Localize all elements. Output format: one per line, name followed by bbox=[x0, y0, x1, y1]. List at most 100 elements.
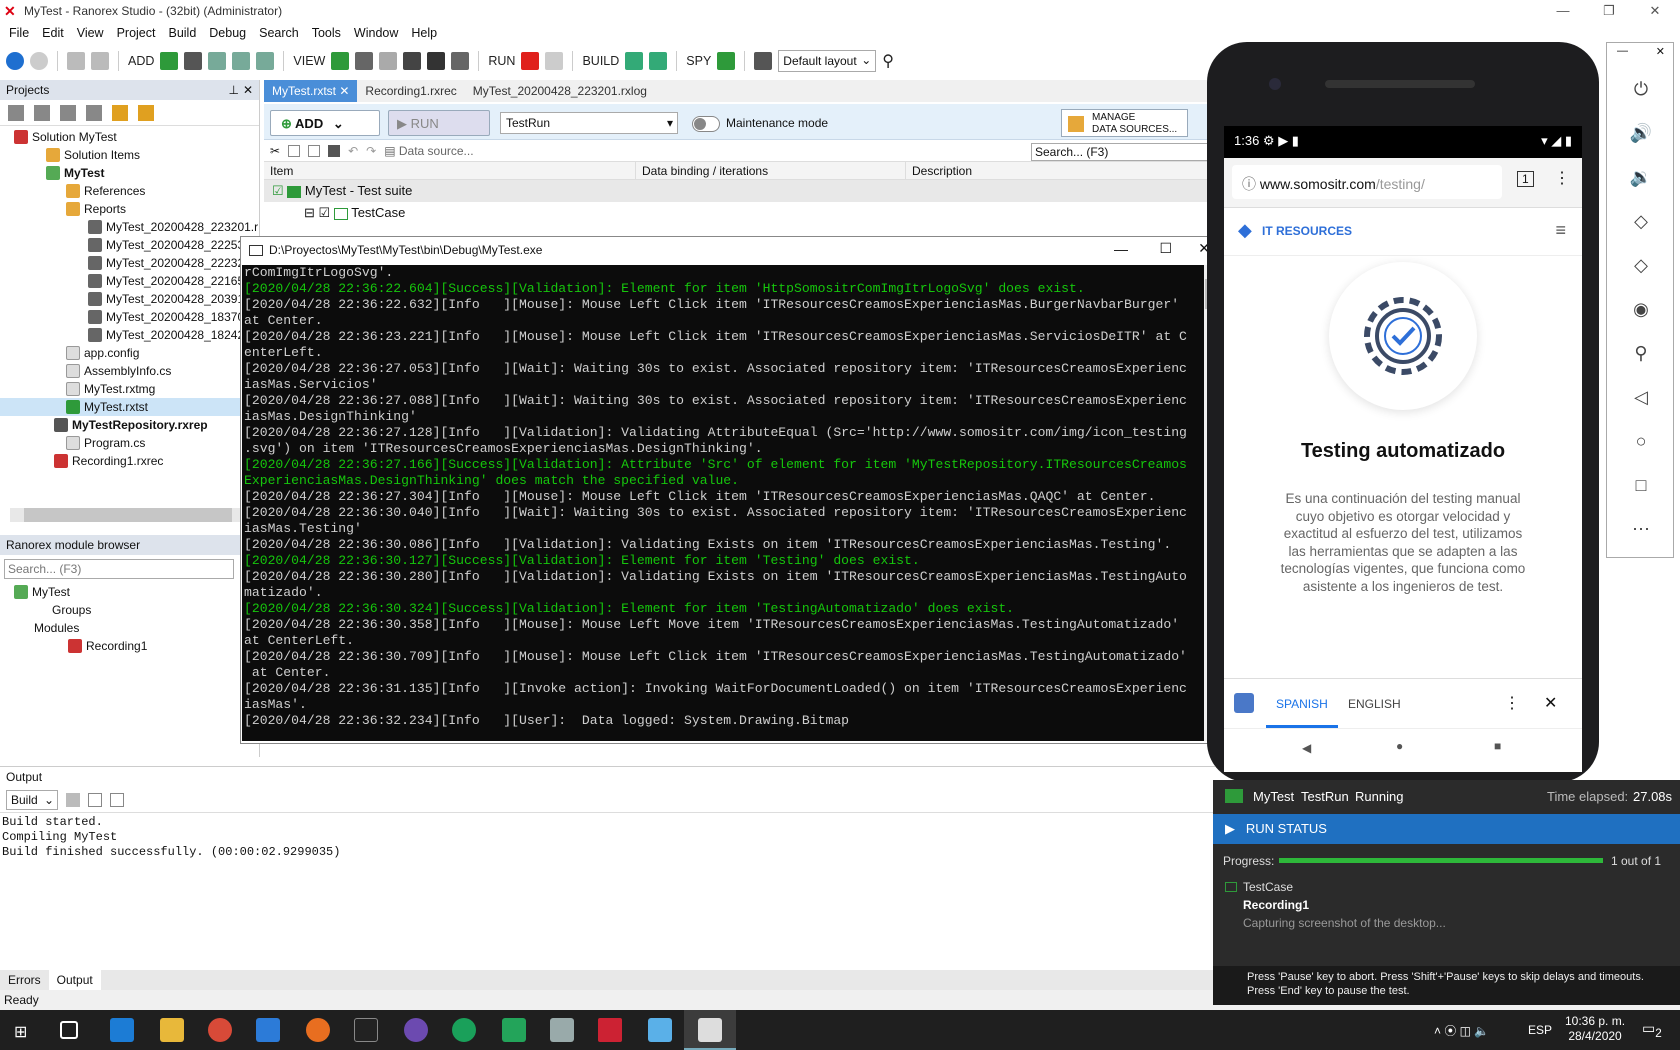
tree-item[interactable]: Reports bbox=[0, 200, 259, 218]
browser-icon[interactable] bbox=[404, 1018, 428, 1042]
tree-item[interactable]: MyTest_20200428_20391 bbox=[0, 290, 259, 308]
chrome-icon[interactable] bbox=[208, 1018, 232, 1042]
output-source-select[interactable]: Build ⌄ bbox=[6, 789, 58, 810]
back-icon[interactable]: ◁ bbox=[1629, 385, 1653, 409]
tree-item[interactable]: Recording1 bbox=[0, 637, 259, 655]
copy-icon[interactable] bbox=[288, 144, 301, 157]
overview-icon[interactable]: □ bbox=[1629, 473, 1653, 497]
layout-select[interactable]: Default layout ⌄ bbox=[778, 50, 877, 72]
add-module-icon[interactable] bbox=[208, 52, 227, 70]
back-icon[interactable]: ◀ bbox=[1302, 741, 1311, 755]
view-db-icon[interactable] bbox=[451, 52, 470, 70]
tray-icons[interactable]: ˄ ⦿ ◫ 🔈 bbox=[1434, 1022, 1489, 1039]
home-icon[interactable]: ○ bbox=[1629, 429, 1653, 453]
menu-view[interactable]: View bbox=[77, 26, 104, 40]
tree-item[interactable]: MyTest_20200428_22165 bbox=[0, 272, 259, 290]
file-explorer-icon[interactable] bbox=[160, 1018, 184, 1042]
tree-item[interactable]: AssemblyInfo.cs bbox=[0, 362, 259, 380]
tab-output[interactable]: Output bbox=[48, 970, 101, 990]
tree-item[interactable]: MyTest_20200428_223201.r bbox=[0, 218, 259, 236]
menu-dots-icon[interactable]: ⋮ bbox=[1504, 693, 1520, 713]
tree-item[interactable]: Modules bbox=[0, 619, 259, 637]
translate-spanish[interactable]: SPANISH bbox=[1276, 697, 1328, 711]
redo-icon[interactable]: ↷ bbox=[366, 144, 376, 158]
mail-icon[interactable] bbox=[256, 1018, 280, 1042]
menu-file[interactable]: File bbox=[9, 26, 29, 40]
search-icon[interactable]: ⚲ bbox=[882, 51, 894, 71]
testcase-row[interactable]: ⊟ ☑ TestCase bbox=[264, 202, 1214, 224]
back-icon[interactable] bbox=[6, 52, 24, 70]
menu-search[interactable]: Search bbox=[259, 26, 299, 40]
power-icon[interactable]: ⏻ bbox=[1629, 77, 1653, 101]
horizontal-scrollbar[interactable] bbox=[10, 508, 260, 522]
run-status-bar[interactable]: ▶ RUN STATUS bbox=[1213, 814, 1680, 844]
console-taskbar-button[interactable] bbox=[684, 1010, 736, 1050]
column-item[interactable]: Item bbox=[264, 162, 636, 179]
language-indicator[interactable]: ESP bbox=[1528, 1023, 1552, 1037]
add-folder-icon[interactable] bbox=[160, 52, 179, 70]
more-icon[interactable]: ⋯ bbox=[1629, 517, 1653, 541]
close-icon[interactable]: ✕ bbox=[1544, 693, 1557, 713]
spy-icon[interactable] bbox=[717, 52, 736, 70]
maximize-button[interactable]: ☐ bbox=[1159, 240, 1172, 257]
save-all-icon[interactable] bbox=[91, 52, 109, 70]
close-icon[interactable]: ✕ bbox=[1656, 45, 1665, 58]
minimize-button[interactable]: — bbox=[1114, 241, 1128, 257]
rotate-right-icon[interactable]: ◇ bbox=[1629, 253, 1653, 277]
open-folder-icon[interactable] bbox=[138, 104, 154, 121]
task-view-icon[interactable] bbox=[60, 1021, 78, 1039]
clear-icon[interactable] bbox=[66, 792, 80, 807]
view-shield-icon[interactable] bbox=[427, 52, 446, 70]
view-link-icon[interactable] bbox=[403, 52, 422, 70]
testrun-select[interactable]: TestRun ▾ bbox=[500, 112, 678, 134]
run-button[interactable]: ▶ RUN bbox=[388, 110, 490, 136]
view-code-icon[interactable] bbox=[379, 52, 398, 70]
windows-start-icon[interactable]: ⊞ bbox=[14, 1022, 27, 1042]
deploy-icon[interactable] bbox=[649, 52, 668, 70]
build-icon[interactable] bbox=[625, 52, 644, 70]
refresh-icon[interactable] bbox=[60, 104, 76, 121]
menu-project[interactable]: Project bbox=[117, 26, 156, 40]
screenshot-icon[interactable]: ◉ bbox=[1629, 297, 1653, 321]
url-bar[interactable]: ⓘ www.somositr.com/testing/ bbox=[1232, 165, 1502, 199]
zoom-icon[interactable]: ⚲ bbox=[1629, 341, 1653, 365]
menu-build[interactable]: Build bbox=[168, 26, 196, 40]
filter-icon[interactable] bbox=[86, 104, 102, 121]
close-icon[interactable]: ✕ bbox=[243, 83, 253, 97]
restore-button[interactable]: ❐ bbox=[1586, 0, 1632, 22]
sheets-icon[interactable] bbox=[502, 1018, 526, 1042]
check-icon[interactable] bbox=[88, 792, 102, 807]
add-smartfolder-icon[interactable] bbox=[256, 52, 275, 70]
maintenance-toggle[interactable] bbox=[692, 116, 720, 132]
tree-item[interactable]: MyTest bbox=[0, 583, 259, 601]
menu-tools[interactable]: Tools bbox=[312, 26, 341, 40]
layout-icon[interactable] bbox=[754, 52, 773, 70]
tab-recording1[interactable]: Recording1.rxrec bbox=[357, 80, 464, 102]
tree-item[interactable]: References bbox=[0, 182, 259, 200]
tree-item[interactable]: MyTest_20200428_22253 bbox=[0, 236, 259, 254]
manage-data-sources-button[interactable]: MANAGE DATA SOURCES... bbox=[1061, 109, 1188, 137]
stop-icon[interactable] bbox=[521, 52, 540, 70]
wrap-icon[interactable] bbox=[110, 792, 124, 807]
menu-debug[interactable]: Debug bbox=[209, 26, 246, 40]
menu-help[interactable]: Help bbox=[411, 26, 437, 40]
menu-dots-icon[interactable]: ⋮ bbox=[1554, 168, 1570, 188]
tree-item[interactable]: MyTest_20200428_18370 bbox=[0, 308, 259, 326]
tree-item[interactable]: MyTest.rxtst bbox=[0, 398, 259, 416]
tree-item[interactable]: Solution MyTest bbox=[0, 128, 259, 146]
add-testcase-icon[interactable] bbox=[232, 52, 251, 70]
tabs-count-button[interactable]: 1 bbox=[1517, 171, 1534, 187]
save-icon[interactable] bbox=[67, 52, 85, 70]
delete-icon[interactable] bbox=[328, 144, 341, 157]
tab-rxlog[interactable]: MyTest_20200428_223201.rxlog bbox=[465, 80, 655, 102]
tree-item[interactable]: MyTest_20200428_22232 bbox=[0, 254, 259, 272]
maps-icon[interactable] bbox=[452, 1018, 476, 1042]
tab-mytest-rxtst[interactable]: MyTest.rxtst ✕ bbox=[264, 80, 358, 102]
tree-item[interactable]: app.config bbox=[0, 344, 259, 362]
paste-icon[interactable] bbox=[308, 144, 321, 157]
tree-item[interactable]: MyTest_20200428_18242 bbox=[0, 326, 259, 344]
menu-window[interactable]: Window bbox=[354, 26, 398, 40]
tab-errors[interactable]: Errors bbox=[0, 970, 49, 990]
data-source-button[interactable]: ▤ Data source... bbox=[384, 144, 473, 158]
close-icon[interactable]: ✕ bbox=[339, 84, 349, 98]
